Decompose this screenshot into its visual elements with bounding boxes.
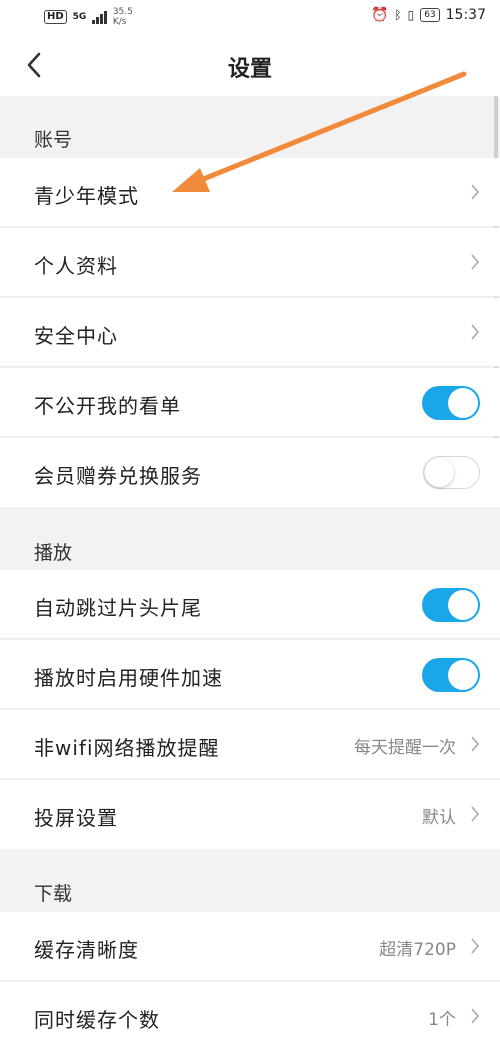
row-security-center[interactable]: 安全中心 — [0, 298, 500, 367]
row-label: 自动跳过片头片尾 — [34, 596, 202, 620]
hardware-accel-toggle[interactable] — [422, 658, 480, 692]
row-hide-watchlist: 不公开我的看单 — [0, 368, 500, 437]
row-value: 超清720P — [379, 940, 456, 960]
row-non-wifi-reminder[interactable]: 非wifi网络播放提醒 每天提醒一次 — [0, 710, 500, 779]
row-label: 安全中心 — [34, 324, 118, 348]
row-value: 默认 — [422, 808, 456, 828]
section-label-download: 下载 — [34, 883, 73, 905]
row-label: 投屏设置 — [34, 806, 118, 830]
chevron-right-icon — [471, 736, 480, 752]
row-coupon-exchange: 会员赠券兑换服务 — [0, 438, 500, 507]
chevron-right-icon — [471, 938, 480, 954]
chevron-right-icon — [471, 806, 480, 822]
coupon-exchange-toggle[interactable] — [423, 456, 480, 489]
chevron-right-icon — [471, 1008, 480, 1024]
row-value: 1个 — [428, 1010, 456, 1030]
row-hardware-accel: 播放时启用硬件加速 — [0, 640, 500, 709]
row-cache-quality[interactable]: 缓存清晰度 超清720P — [0, 912, 500, 981]
row-concurrent-cache[interactable]: 同时缓存个数 1个 — [0, 982, 500, 1047]
section-label-play: 播放 — [34, 542, 73, 564]
row-label: 播放时启用硬件加速 — [34, 666, 223, 690]
hide-watchlist-toggle[interactable] — [422, 386, 480, 420]
row-label: 缓存清晰度 — [34, 938, 139, 962]
chevron-right-icon — [471, 324, 480, 340]
row-skip-intro: 自动跳过片头片尾 — [0, 570, 500, 639]
row-label: 同时缓存个数 — [34, 1008, 160, 1032]
annotation-arrow — [172, 71, 467, 192]
row-label: 不公开我的看单 — [34, 394, 181, 418]
row-label: 会员赠券兑换服务 — [34, 464, 202, 488]
row-cast-settings[interactable]: 投屏设置 默认 — [0, 780, 500, 849]
row-value: 每天提醒一次 — [354, 738, 456, 758]
row-label: 非wifi网络播放提醒 — [34, 736, 220, 760]
skip-intro-toggle[interactable] — [422, 588, 480, 622]
